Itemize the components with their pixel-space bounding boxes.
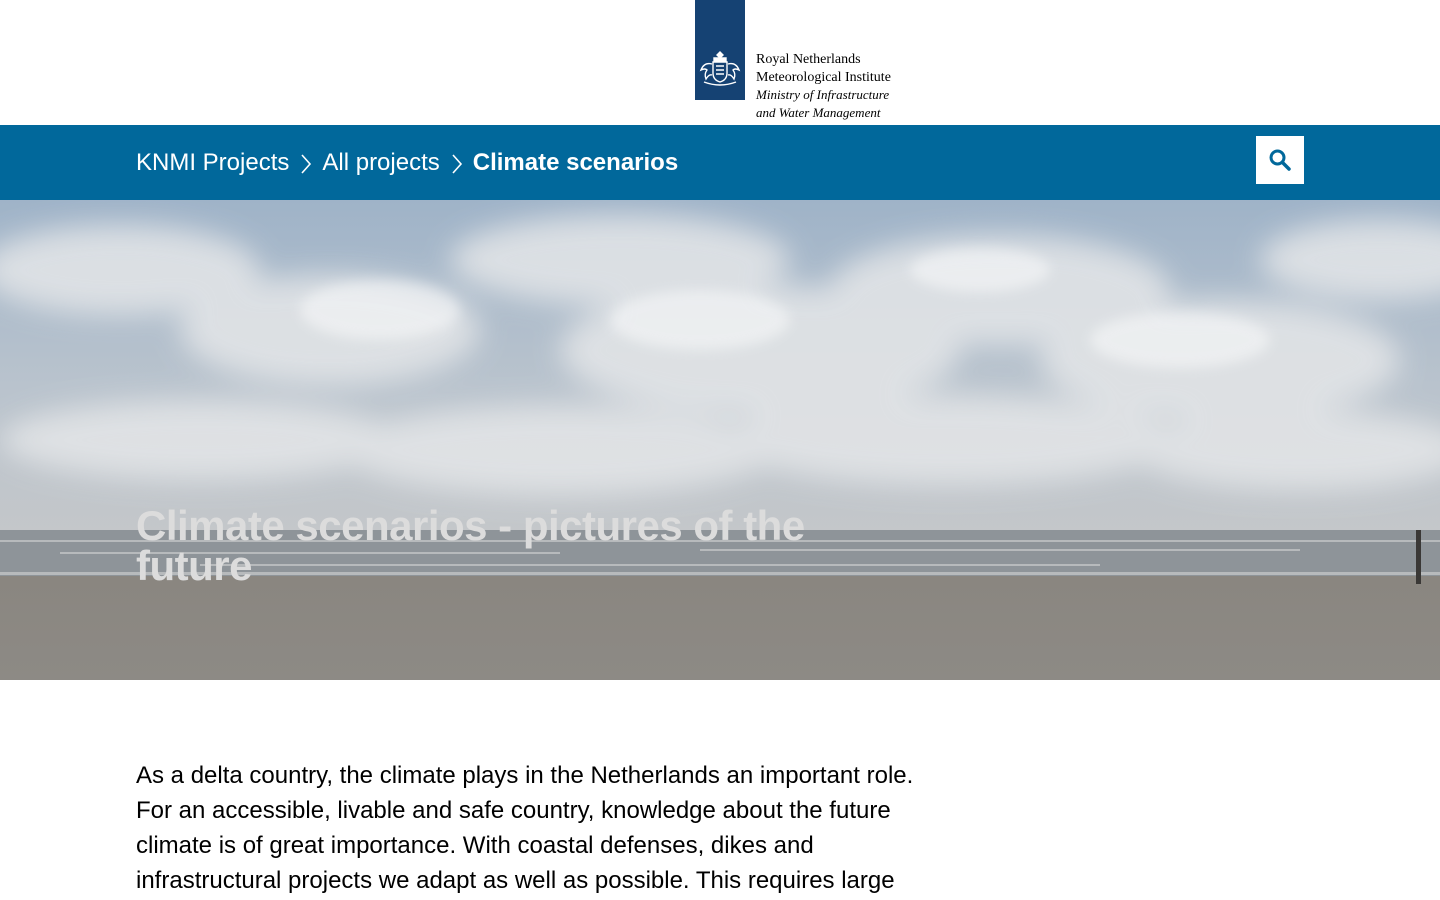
breadcrumb-current: Climate scenarios [472,148,679,176]
intro-paragraph: As a delta country, the climate plays in… [136,762,914,894]
site-header: Royal Netherlands Meteorological Institu… [0,0,1440,125]
logo-line-2: Meteorological Institute [756,69,891,85]
breadcrumb-bar: KNMI Projects All projects Climate scena… [0,125,1440,200]
logo-wordmark: Royal Netherlands Meteorological Institu… [756,51,891,121]
logo-line-3: Ministry of Infrastructure [756,87,890,102]
breadcrumb: KNMI Projects All projects Climate scena… [136,125,678,200]
breadcrumb-all-projects[interactable]: All projects [322,149,439,177]
hero-title: Climate scenarios - pictures of the futu… [136,502,805,589]
hero-banner: Climate scenarios - pictures of the futu… [0,200,1440,680]
logo-line-4: and Water Management [756,104,881,120]
logo-line-1: Royal Netherlands [756,52,861,67]
chevron-right-icon [440,151,473,175]
search-icon [1269,149,1291,171]
chevron-right-icon [289,151,322,175]
knmi-logo[interactable]: Royal Netherlands Meteorological Institu… [695,0,891,121]
coat-of-arms-icon [695,0,745,100]
breadcrumb-knmi-projects[interactable]: KNMI Projects [136,149,289,177]
beach-sky-photo [0,200,1440,680]
search-button[interactable] [1256,136,1304,184]
